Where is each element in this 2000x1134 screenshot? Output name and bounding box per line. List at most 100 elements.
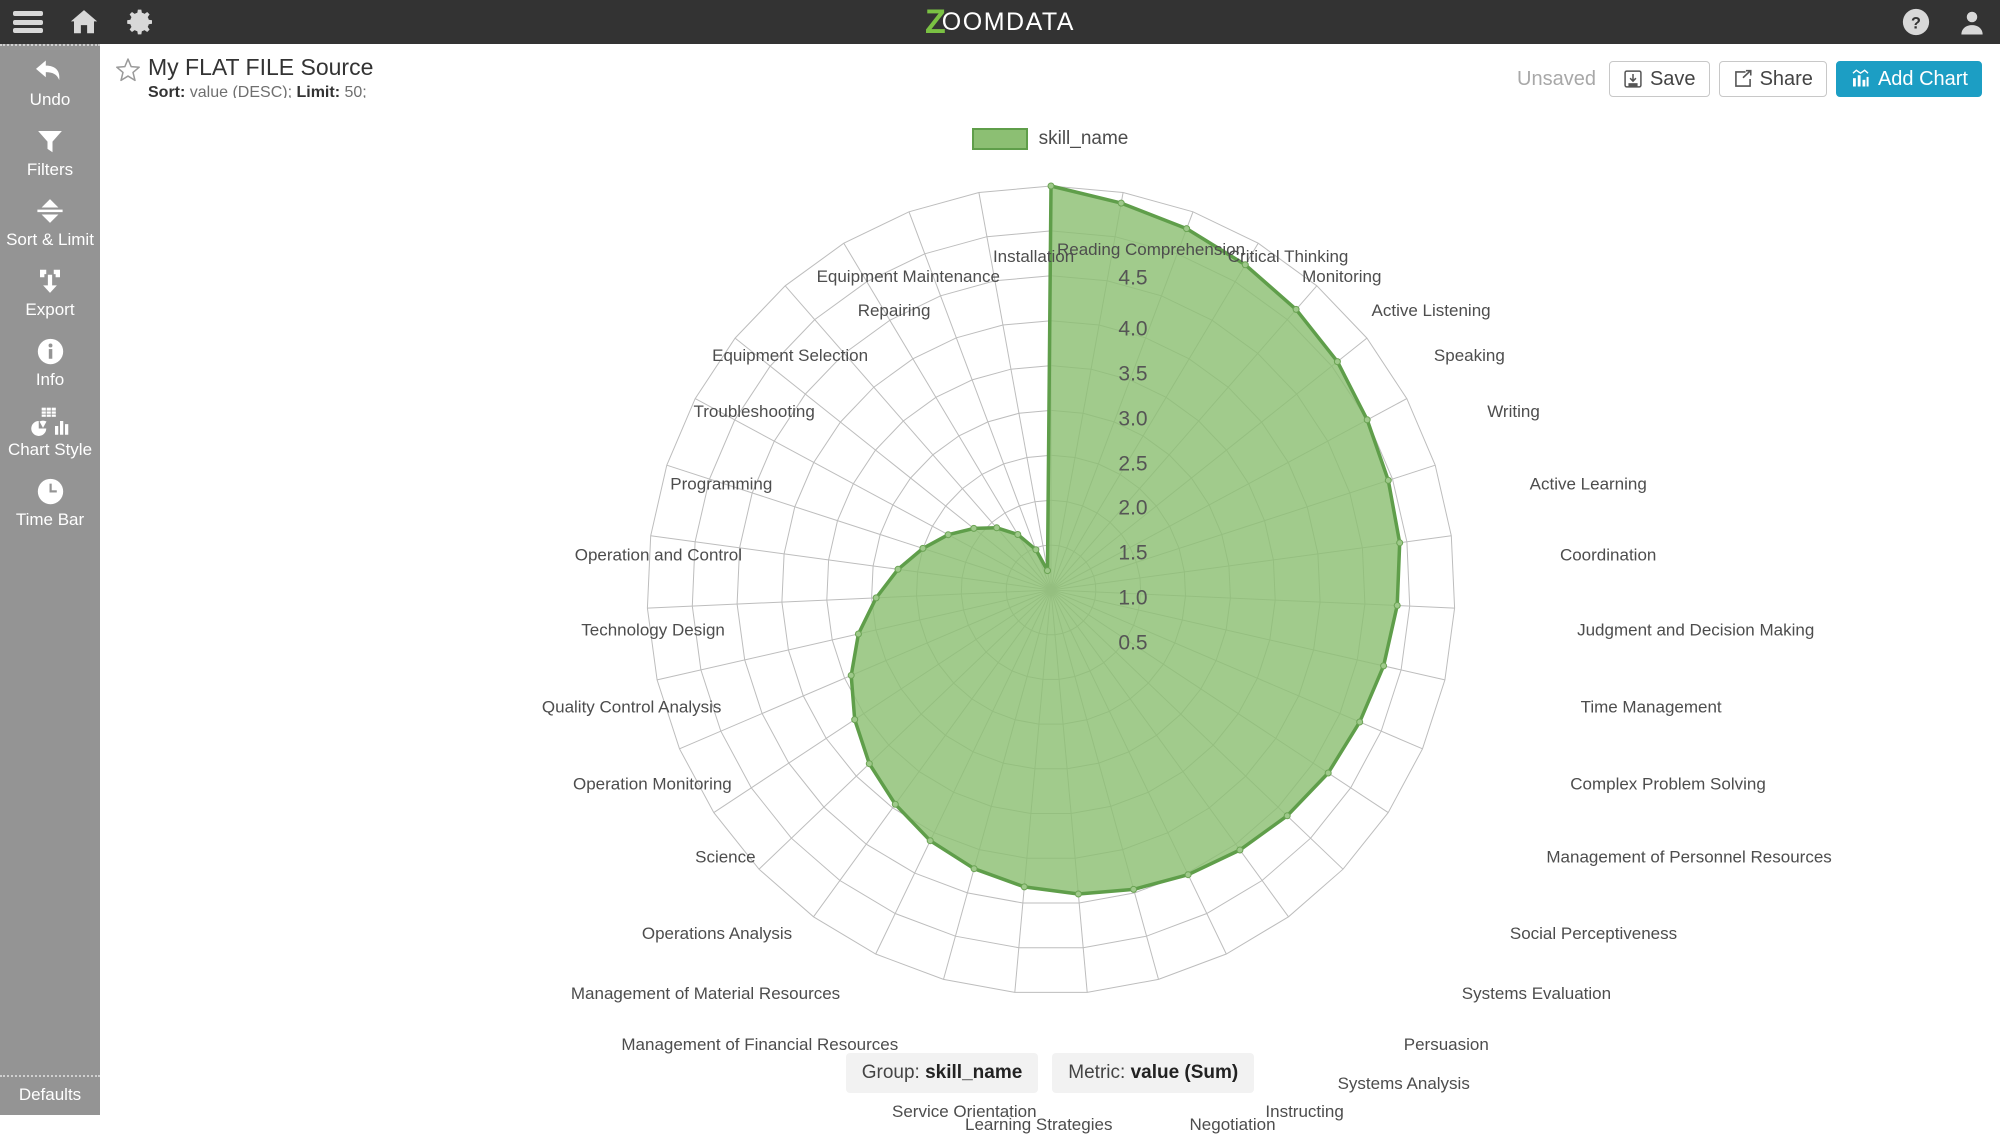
radar-category-label: Persuasion <box>1403 1034 1489 1054</box>
left-toolbar: Undo Filters Sort & Limit Export Info Ch… <box>0 44 100 1115</box>
sidebar-label: Filters <box>26 160 74 179</box>
help-button[interactable]: ? <box>1888 0 1944 44</box>
radar-category-label: Service Orientation <box>892 1101 1037 1121</box>
radar-category-label: Troubleshooting <box>693 401 815 421</box>
defaults-button[interactable]: Defaults <box>0 1075 100 1115</box>
radar-category-label: Operation Monitoring <box>573 774 732 794</box>
radar-category-label: Active Learning <box>1529 474 1647 494</box>
radial-tick-label: 1.5 <box>1118 541 1148 565</box>
sidebar-label: Info <box>35 370 65 389</box>
clock-icon <box>36 476 65 506</box>
radial-tick-label: 4.5 <box>1118 266 1148 290</box>
hamburger-menu-button[interactable] <box>0 0 56 44</box>
radar-category-label: Equipment Maintenance <box>816 267 1000 287</box>
radar-category-label: Critical Thinking <box>1227 246 1349 266</box>
radar-category-label: Management of Personnel Resources <box>1546 847 1832 867</box>
page-title: My FLAT FILE Source <box>148 54 374 80</box>
radial-tick-label: 3.0 <box>1118 407 1148 431</box>
share-button[interactable]: Share <box>1718 61 1827 97</box>
gear-icon <box>127 9 152 35</box>
sidebar-label: Chart Style <box>7 440 93 459</box>
group-key: Group: <box>861 1062 920 1083</box>
settings-button[interactable] <box>112 0 168 44</box>
radar-category-label: Systems Evaluation <box>1461 984 1612 1004</box>
radar-category-label: Science <box>695 847 756 867</box>
metric-chip[interactable]: Metric: value (Sum) <box>1052 1053 1255 1093</box>
sidebar-item-filters[interactable]: Filters <box>0 116 100 186</box>
svg-text:?: ? <box>1911 14 1921 32</box>
radar-category-label: Social Perceptiveness <box>1509 923 1678 943</box>
user-account-button[interactable] <box>1944 0 2000 44</box>
sidebar-item-chart-style[interactable]: Chart Style <box>0 396 100 466</box>
metric-value: value (Sum) <box>1130 1062 1239 1083</box>
radar-category-label: Quality Control Analysis <box>541 697 722 717</box>
radar-chart-svg[interactable] <box>100 98 2000 1058</box>
radial-tick-label: 2.5 <box>1118 452 1148 476</box>
radar-category-label: Judgment and Decision Making <box>1577 620 1815 640</box>
radar-category-label: Equipment Selection <box>712 346 869 366</box>
radial-tick-label: 0.5 <box>1118 631 1148 655</box>
sidebar-label: Export <box>25 300 75 319</box>
sidebar-item-time-bar[interactable]: Time Bar <box>0 466 100 536</box>
radar-category-label: Speaking <box>1433 346 1505 366</box>
radar-category-label: Time Management <box>1580 697 1722 717</box>
status-badge: Unsaved <box>1517 67 1596 90</box>
radar-category-label: Installation <box>992 246 1075 266</box>
funnel-icon <box>35 126 65 156</box>
radial-tick-label: 4.0 <box>1118 317 1148 341</box>
sidebar-label: Time Bar <box>15 510 85 529</box>
save-button[interactable]: Save <box>1608 61 1710 97</box>
sidebar-item-export[interactable]: Export <box>0 256 100 326</box>
radar-category-label: Management of Financial Resources <box>621 1034 899 1054</box>
sidebar-item-info[interactable]: Info <box>0 326 100 396</box>
radar-category-label: Negotiation <box>1189 1115 1276 1134</box>
radar-category-label: Programming <box>670 474 773 494</box>
radar-category-label: Complex Problem Solving <box>1570 774 1766 794</box>
radar-category-label: Management of Material Resources <box>570 984 841 1004</box>
metric-key: Metric: <box>1068 1062 1126 1083</box>
share-arrow-icon <box>1734 69 1752 87</box>
chart-config-chips: Group: skill_name Metric: value (Sum) <box>100 1053 2000 1093</box>
add-chart-button[interactable]: Add Chart <box>1835 61 1982 97</box>
star-outline-icon[interactable] <box>114 56 142 89</box>
sidebar-label: Undo <box>29 90 71 109</box>
radar-category-label: Operations Analysis <box>641 923 793 943</box>
group-value: skill_name <box>925 1062 1023 1083</box>
share-label: Share <box>1759 67 1813 90</box>
radial-tick-label: 1.0 <box>1118 586 1148 610</box>
sort-arrows-icon <box>33 196 67 226</box>
radar-series <box>849 184 1402 896</box>
add-chart-label: Add Chart <box>1877 67 1968 90</box>
group-chip[interactable]: Group: skill_name <box>845 1053 1039 1093</box>
radial-tick-label: 3.5 <box>1118 362 1148 386</box>
home-button[interactable] <box>56 0 112 44</box>
info-circle-icon <box>36 336 65 366</box>
radar-category-label: Writing <box>1487 401 1540 421</box>
header-actions: Unsaved Save Share Add Chart <box>1517 61 1982 97</box>
top-app-bar: Z OOMDATA ? <box>0 0 2000 44</box>
radar-category-label: Monitoring <box>1302 267 1382 287</box>
radar-category-label: Repairing <box>857 300 931 320</box>
export-download-icon <box>35 266 65 296</box>
chart-panel: skill_name Reading Comprehension Critical… <box>100 98 2000 1133</box>
home-icon <box>70 10 98 34</box>
hamburger-icon <box>13 11 43 33</box>
undo-arrow-icon <box>33 56 67 86</box>
radar-category-label: Instructing <box>1265 1101 1344 1121</box>
brand-logo: Z OOMDATA <box>0 0 2000 44</box>
save-disk-icon <box>1624 70 1642 88</box>
bar-chart-icon <box>1852 69 1869 87</box>
save-label: Save <box>1649 67 1696 90</box>
radar-category-label: Reading Comprehension <box>1056 240 1246 259</box>
sidebar-item-undo[interactable]: Undo <box>0 46 100 116</box>
logo-wordmark: OOMDATA <box>941 7 1075 36</box>
radial-tick-label: 2.0 <box>1118 496 1148 520</box>
sidebar-label: Sort & Limit <box>6 230 94 249</box>
dashboard-header: My FLAT FILE Source Sort: value (DESC); … <box>100 44 2000 101</box>
radar-category-label: Operation and Control <box>574 545 743 565</box>
help-circle-icon: ? <box>1902 8 1930 36</box>
radar-category-label: Active Listening <box>1371 300 1491 320</box>
radar-category-label: Coordination <box>1559 545 1657 565</box>
chart-style-icon <box>30 406 70 436</box>
sidebar-item-sort-limit[interactable]: Sort & Limit <box>0 186 100 256</box>
